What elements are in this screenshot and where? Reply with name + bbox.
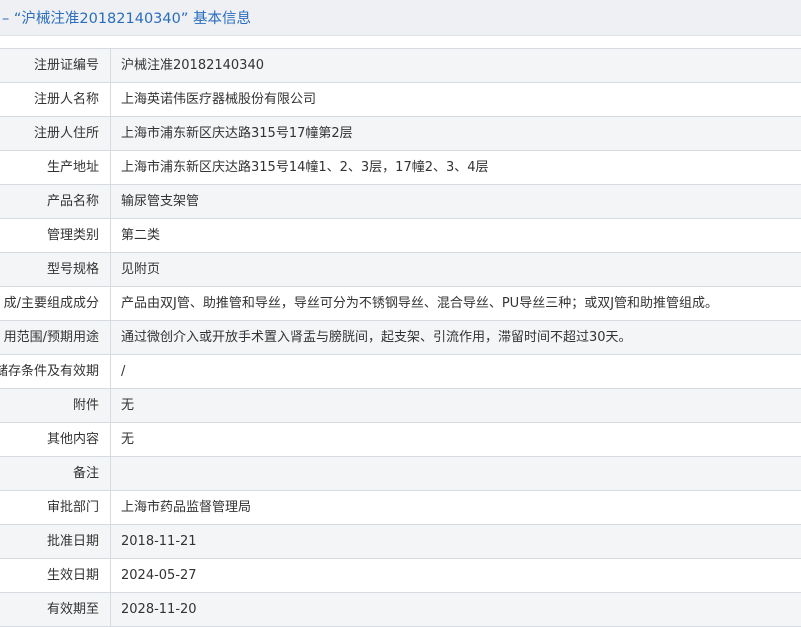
- table-row: 备注: [0, 457, 801, 491]
- field-value-approval-department: 上海市药品监督管理局: [121, 500, 252, 515]
- table-row: 审批部门 上海市药品监督管理局: [0, 491, 801, 525]
- field-value-management-category: 第二类: [121, 228, 161, 243]
- table-row: 注册人名称 上海英诺伟医疗器械股份有限公司: [0, 83, 801, 117]
- field-value-intended-use: 通过微创介入或开放手术置入肾盂与膀胱间，起支架、引流作用，滞留时间不超过30天。: [121, 330, 632, 345]
- field-value-storage-validity: /: [121, 364, 126, 379]
- field-value-registrant-address: 上海市浦东新区庆达路315号17幢第2层: [121, 126, 353, 141]
- field-value-remarks: [111, 457, 801, 490]
- field-label-valid-until: 有效期至: [0, 593, 111, 626]
- table-row: 注册人住所 上海市浦东新区庆达路315号17幢第2层: [0, 117, 801, 151]
- field-label-composition: 成/主要组成成分: [0, 287, 111, 320]
- table-row: 用范围/预期用途 通过微创介入或开放手术置入肾盂与膀胱间，起支架、引流作用，滞留…: [0, 321, 801, 355]
- field-label-production-address: 生产地址: [0, 151, 111, 184]
- field-value-effective-date: 2024-05-27: [121, 568, 197, 583]
- field-value-attachment: 无: [121, 398, 135, 413]
- table-row: 生效日期 2024-05-27: [0, 559, 801, 593]
- section-title: – “沪械注准20182140340” 基本信息: [2, 11, 251, 27]
- section-header: – “沪械注准20182140340” 基本信息: [0, 0, 801, 36]
- field-label-storage-validity: 储存条件及有效期: [0, 355, 111, 388]
- table-row: 产品名称 输尿管支架管: [0, 185, 801, 219]
- table-row: 有效期至 2028-11-20: [0, 593, 801, 627]
- field-label-model-spec: 型号规格: [0, 253, 111, 286]
- field-value-model-spec: 见附页: [121, 262, 161, 277]
- field-label-attachment: 附件: [0, 389, 111, 422]
- field-value-valid-until: 2028-11-20: [121, 602, 197, 617]
- field-value-composition: 产品由双J管、助推管和导丝，导丝可分为不锈钢导丝、混合导丝、PU导丝三种；或双J…: [121, 296, 719, 311]
- table-row: 管理类别 第二类: [0, 219, 801, 253]
- field-label-product-name: 产品名称: [0, 185, 111, 218]
- field-label-registrant-name: 注册人名称: [0, 83, 111, 116]
- table-row: 储存条件及有效期 /: [0, 355, 801, 389]
- field-label-registrant-address: 注册人住所: [0, 117, 111, 150]
- field-label-approval-date: 批准日期: [0, 525, 111, 558]
- field-value-other-content: 无: [121, 432, 135, 447]
- field-label-management-category: 管理类别: [0, 219, 111, 252]
- field-label-approval-department: 审批部门: [0, 491, 111, 524]
- field-label-intended-use: 用范围/预期用途: [0, 321, 111, 354]
- table-row: 附件 无: [0, 389, 801, 423]
- info-table: 注册证编号 沪械注准20182140340 注册人名称 上海英诺伟医疗器械股份有…: [0, 48, 801, 627]
- field-value-product-name: 输尿管支架管: [121, 194, 200, 209]
- field-label-other-content: 其他内容: [0, 423, 111, 456]
- field-label-registration-number: 注册证编号: [0, 49, 111, 82]
- field-label-remarks: 备注: [0, 457, 111, 490]
- table-row: 注册证编号 沪械注准20182140340: [0, 49, 801, 83]
- field-value-registration-number: 沪械注准20182140340: [121, 58, 264, 73]
- table-row: 批准日期 2018-11-21: [0, 525, 801, 559]
- field-value-approval-date: 2018-11-21: [121, 534, 197, 549]
- field-value-registrant-name: 上海英诺伟医疗器械股份有限公司: [121, 92, 317, 107]
- field-value-production-address: 上海市浦东新区庆达路315号14幢1、2、3层，17幢2、3、4层: [121, 160, 489, 175]
- table-row: 生产地址 上海市浦东新区庆达路315号14幢1、2、3层，17幢2、3、4层: [0, 151, 801, 185]
- table-row: 型号规格 见附页: [0, 253, 801, 287]
- table-row: 成/主要组成成分 产品由双J管、助推管和导丝，导丝可分为不锈钢导丝、混合导丝、P…: [0, 287, 801, 321]
- field-label-effective-date: 生效日期: [0, 559, 111, 592]
- table-row: 其他内容 无: [0, 423, 801, 457]
